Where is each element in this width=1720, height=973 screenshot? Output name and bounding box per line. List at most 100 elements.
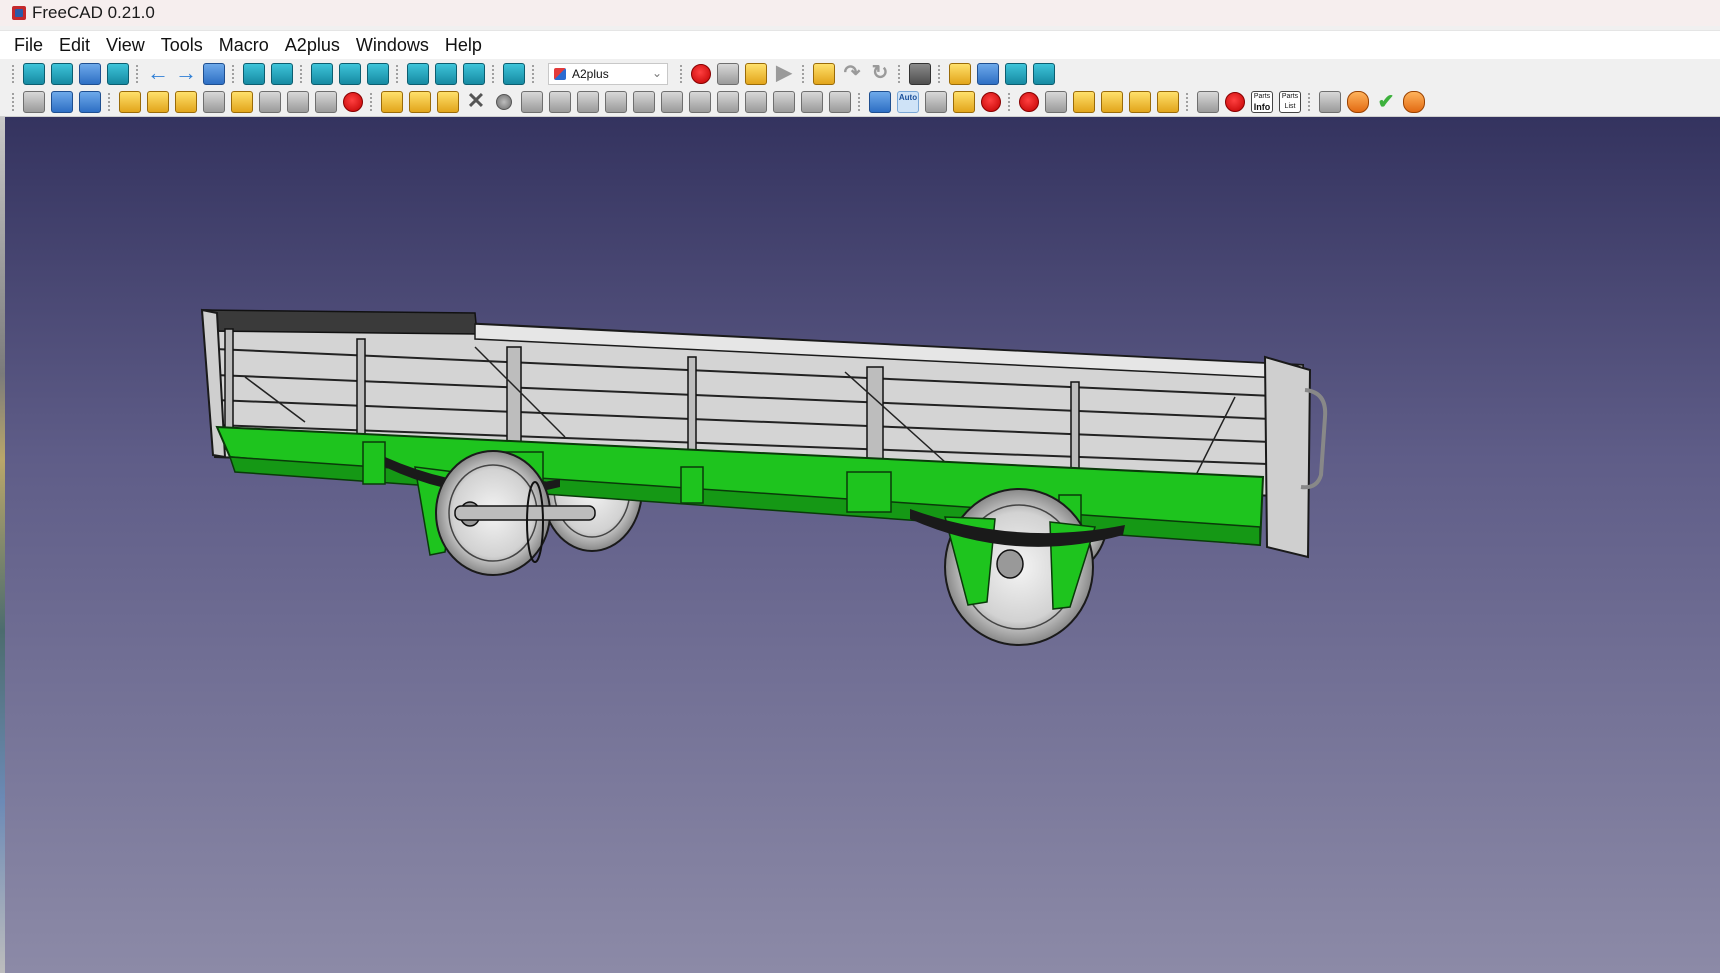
move-part-icon[interactable] xyxy=(343,92,363,112)
toolbar-grip[interactable] xyxy=(135,63,139,84)
open-folder-icon[interactable] xyxy=(977,62,999,85)
isometric-view-icon[interactable] xyxy=(271,62,293,85)
fit-all-icon[interactable] xyxy=(23,62,45,85)
edit-macro-icon[interactable] xyxy=(745,62,767,85)
part-list-icon[interactable] xyxy=(981,92,1001,112)
edit-part-icon[interactable] xyxy=(287,91,309,113)
convert-part-icon[interactable] xyxy=(259,91,281,113)
measure-icon[interactable] xyxy=(503,62,525,85)
open-document-icon[interactable] xyxy=(51,91,73,113)
auto-solve-icon[interactable]: Auto xyxy=(897,91,919,113)
redo-icon[interactable]: ↷ xyxy=(841,63,863,85)
angled-planes-icon[interactable] xyxy=(801,91,823,113)
menu-file[interactable]: File xyxy=(6,35,51,56)
plane-parallel-icon[interactable] xyxy=(745,91,767,113)
show-part-icon[interactable] xyxy=(315,91,337,113)
add-part-from-library-icon[interactable] xyxy=(147,91,169,113)
update-parts-icon[interactable] xyxy=(203,91,225,113)
left-view-icon[interactable] xyxy=(463,62,485,85)
tree-view-icon[interactable] xyxy=(1197,91,1219,113)
center-of-mass-icon[interactable] xyxy=(829,91,851,113)
plane-coincident-icon[interactable] xyxy=(773,91,795,113)
axis-coincident-icon[interactable] xyxy=(633,91,655,113)
forward-arrow-icon[interactable]: → xyxy=(175,61,197,85)
import-part-icon[interactable] xyxy=(175,91,197,113)
railway-wagon-model[interactable] xyxy=(5,117,1720,973)
menu-windows[interactable]: Windows xyxy=(348,35,437,56)
toolbar-grip[interactable] xyxy=(1007,92,1011,112)
constraint-viewer-icon[interactable] xyxy=(953,91,975,113)
tag-icon[interactable] xyxy=(1129,91,1151,113)
toolbar-grip[interactable] xyxy=(857,92,861,112)
toolbar-grip[interactable] xyxy=(107,92,111,112)
toolbar-grip[interactable] xyxy=(11,92,15,112)
axis-plane-parallel-icon[interactable] xyxy=(689,91,711,113)
duplicate-part-icon[interactable] xyxy=(231,91,253,113)
axis-plane-normal-icon[interactable] xyxy=(717,91,739,113)
fit-selection-icon[interactable] xyxy=(51,62,73,85)
import-icon[interactable] xyxy=(1033,62,1055,85)
back-arrow-icon[interactable]: ← xyxy=(147,61,169,85)
menu-tools[interactable]: Tools xyxy=(153,35,211,56)
eraser-icon[interactable] xyxy=(1403,91,1425,113)
shape-explorer-icon[interactable] xyxy=(1019,92,1039,112)
parts-list-icon[interactable]: Parts List xyxy=(1279,91,1301,113)
menu-a2plus[interactable]: A2plus xyxy=(277,35,348,56)
new-document-icon[interactable] xyxy=(23,91,45,113)
toolbar-grip[interactable] xyxy=(1307,92,1311,112)
toolbar-grip[interactable] xyxy=(369,92,373,112)
sphere-center-icon[interactable] xyxy=(577,91,599,113)
bottom-view-icon[interactable] xyxy=(435,62,457,85)
whats-this-icon[interactable] xyxy=(909,62,931,85)
constraint-add-icon[interactable] xyxy=(381,91,403,113)
delete-icon[interactable] xyxy=(1157,91,1179,113)
settings-icon[interactable] xyxy=(1073,91,1095,113)
stop-macro-icon[interactable] xyxy=(717,62,739,85)
toolbar-grip[interactable] xyxy=(937,63,941,84)
constraint-delete-icon[interactable] xyxy=(409,91,431,113)
axis-parallel-icon[interactable] xyxy=(661,91,683,113)
toolbar-grip[interactable] xyxy=(897,63,901,84)
point-identity-icon[interactable] xyxy=(496,94,512,110)
front-view-icon[interactable] xyxy=(311,62,333,85)
record-macro-icon[interactable] xyxy=(691,63,711,84)
lamp-icon[interactable] xyxy=(1225,92,1245,112)
refresh-icon[interactable]: ↻ xyxy=(869,63,891,85)
toolbar-grip[interactable] xyxy=(395,63,399,84)
constraint-edit-icon[interactable] xyxy=(437,91,459,113)
export-icon[interactable] xyxy=(1005,62,1027,85)
parts-info-icon[interactable]: Parts Info xyxy=(1251,91,1273,113)
save-document-icon[interactable] xyxy=(79,91,101,113)
workbench-selector[interactable]: A2plus ⌄ xyxy=(548,62,668,85)
toolbar-grip[interactable] xyxy=(531,63,535,84)
bounding-box-icon[interactable] xyxy=(107,62,129,85)
3d-viewport[interactable] xyxy=(5,117,1720,973)
menu-view[interactable]: View xyxy=(98,35,153,56)
top-view-icon[interactable] xyxy=(339,62,361,85)
part-icon[interactable] xyxy=(949,62,971,85)
run-macro-icon[interactable]: ▶ xyxy=(773,63,795,85)
rear-view-icon[interactable] xyxy=(407,62,429,85)
toolbar-grip[interactable] xyxy=(11,63,15,84)
point-on-plane-icon[interactable] xyxy=(549,91,571,113)
solve-icon[interactable] xyxy=(869,91,891,113)
add-part-icon[interactable] xyxy=(119,91,141,113)
delete-constraint-icon[interactable]: ✕ xyxy=(465,90,487,113)
search-icon[interactable] xyxy=(1045,91,1067,113)
menu-edit[interactable]: Edit xyxy=(51,35,98,56)
draw-style-icon[interactable] xyxy=(79,62,101,85)
workbench-icon[interactable] xyxy=(203,62,225,85)
toolbar-grip[interactable] xyxy=(679,63,683,84)
point-on-line-icon[interactable] xyxy=(521,91,543,113)
circular-edge-icon[interactable] xyxy=(605,91,627,113)
undo-icon[interactable] xyxy=(813,62,835,85)
toolbar-grip[interactable] xyxy=(1185,92,1189,112)
recompute-icon[interactable] xyxy=(1319,91,1341,113)
menu-help[interactable]: Help xyxy=(437,35,490,56)
toolbar-grip[interactable] xyxy=(231,63,235,84)
selection-icon[interactable] xyxy=(1101,91,1123,113)
check-icon[interactable]: ✔ xyxy=(1375,91,1397,113)
toolbar-grip[interactable] xyxy=(491,63,495,84)
zoom-icon[interactable] xyxy=(243,62,265,85)
flip-direction-icon[interactable] xyxy=(925,91,947,113)
